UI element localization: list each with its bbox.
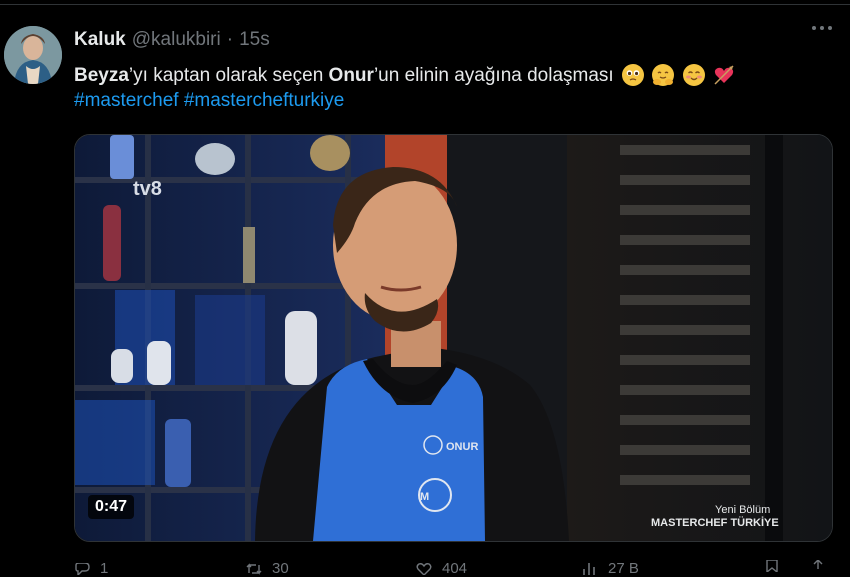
like-icon <box>416 562 432 575</box>
overlay-line2: MASTERCHEF TÜRKİYE <box>651 516 779 529</box>
like-button[interactable]: 404 <box>416 560 467 577</box>
separator-dot: · <box>226 29 234 50</box>
mention-beyza: Beyza <box>74 65 129 86</box>
mention-onur: Onur <box>328 65 374 86</box>
svg-text:M: M <box>420 491 429 503</box>
views-count: 27 B <box>608 560 639 577</box>
video-frame: tv8 M ONUR Yeni Bölüm MASTERCHEF TÜRKİYE <box>75 135 832 541</box>
retweet-count: 30 <box>272 560 289 577</box>
tweet-time[interactable]: 15s <box>239 29 270 51</box>
avatar[interactable] <box>4 26 62 84</box>
overlay-line1: Yeni Bölüm <box>715 504 770 516</box>
bookmark-button[interactable] <box>764 560 780 572</box>
hashtag-masterchef[interactable]: #masterchef <box>74 90 179 111</box>
like-count: 404 <box>442 560 468 577</box>
pleading-emoji <box>621 64 644 86</box>
views-icon <box>583 562 595 575</box>
video-player[interactable]: tv8 M ONUR Yeni Bölüm MASTERCHEF TÜRKİYE <box>74 134 833 542</box>
tweet-text-part: ’un elinin ayağına dolaşması <box>373 65 614 86</box>
reply-button[interactable]: 1 <box>74 560 108 577</box>
apron-name: ONUR <box>446 441 478 453</box>
retweet-icon <box>246 562 262 575</box>
views-button[interactable]: 27 B <box>582 560 639 577</box>
heart-arrow-emoji <box>713 64 735 86</box>
tweet-text: Beyza’yı kaptan olarak seçen Onur’un eli… <box>74 62 735 89</box>
video-duration: 0:47 <box>88 495 135 519</box>
more-icon[interactable] <box>812 26 832 30</box>
blushing-emoji <box>682 64 705 86</box>
author-name[interactable]: Kaluk <box>74 29 126 51</box>
tweet-header: Kaluk @kalukbiri · 15s <box>74 28 270 52</box>
share-button[interactable] <box>810 560 826 572</box>
retweet-button[interactable]: 30 <box>246 560 289 577</box>
tweet-text-part: ’yı kaptan olarak seçen <box>128 65 329 86</box>
hashtag-line: #masterchef #masterchefturkiye <box>74 90 344 112</box>
hashtag-masterchefturkiye[interactable]: #masterchefturkiye <box>184 90 345 111</box>
share-icon <box>813 560 823 569</box>
top-divider <box>0 4 850 5</box>
reply-count: 1 <box>100 560 109 577</box>
author-handle[interactable]: @kalukbiri <box>132 29 221 51</box>
hugging-emoji <box>652 64 675 86</box>
channel-logo: tv8 <box>133 178 162 200</box>
reply-icon <box>75 562 90 575</box>
bookmark-icon <box>766 560 778 572</box>
